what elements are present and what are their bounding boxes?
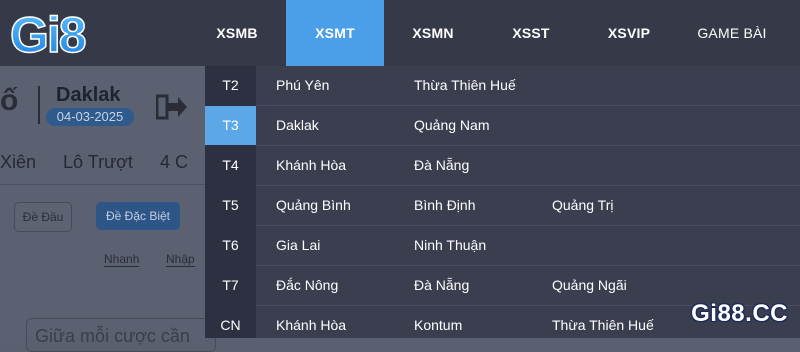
province-link[interactable]: Quảng Trị bbox=[552, 186, 613, 225]
province-link[interactable]: Gia Lai bbox=[276, 226, 320, 265]
title-divider bbox=[38, 86, 40, 124]
nav-xsmn[interactable]: XSMN bbox=[384, 0, 482, 66]
menu-row-t4: T4 Khánh Hòa Đà Nẵng bbox=[205, 146, 800, 186]
main-nav: XSMB XSMT XSMN XSST XSVIP GAME BÀI bbox=[188, 0, 786, 73]
day-label: T3 bbox=[205, 106, 256, 145]
province-link[interactable]: Khánh Hòa bbox=[276, 306, 346, 345]
province-link[interactable]: Daklak bbox=[276, 106, 319, 145]
menu-row-t6: T6 Gia Lai Ninh Thuận bbox=[205, 226, 800, 266]
province-link[interactable]: Kontum bbox=[414, 306, 462, 345]
nav-xsvip[interactable]: XSVIP bbox=[580, 0, 678, 66]
tab-xien[interactable]: Xiên bbox=[0, 152, 36, 172]
selected-province: Daklak bbox=[56, 84, 121, 106]
de-dac-biet-button[interactable]: Đề Đặc Biệt bbox=[96, 202, 180, 230]
background-page: ố Daklak 04-03-2025 Xiên Lô Trượt 4 C Đề… bbox=[0, 66, 216, 352]
menu-row-t3: T3 Daklak Quảng Nam bbox=[205, 106, 800, 146]
nav-xsmt[interactable]: XSMT bbox=[286, 0, 384, 73]
day-label: T5 bbox=[222, 197, 239, 213]
menu-row-t5: T5 Quảng Bình Bình Định Quảng Trị bbox=[205, 186, 800, 226]
day-label: CN bbox=[220, 317, 241, 333]
de-dau-button[interactable]: Đề Đầu bbox=[14, 202, 72, 232]
svg-text:Gi8: Gi8 bbox=[10, 7, 86, 60]
nhanh-option[interactable]: Nhanh bbox=[104, 252, 140, 267]
nav-game-bai[interactable]: GAME BÀI bbox=[678, 0, 786, 66]
bet-type-tabs: Xiên Lô Trượt 4 C bbox=[0, 152, 210, 173]
province-link[interactable]: Quảng Ngãi bbox=[552, 266, 627, 305]
divider bbox=[0, 184, 205, 185]
menu-row-t2: T2 Phú Yên Thừa Thiên Huế bbox=[205, 66, 800, 106]
province-link[interactable]: Khánh Hòa bbox=[276, 146, 346, 185]
tab-lo-truot[interactable]: Lô Trượt bbox=[63, 152, 133, 172]
province-link[interactable]: Thừa Thiên Huế bbox=[414, 66, 516, 105]
page-title-fragment: ố bbox=[0, 84, 19, 117]
nav-xsst[interactable]: XSST bbox=[482, 0, 580, 66]
exit-icon[interactable] bbox=[156, 94, 188, 120]
day-label: T4 bbox=[222, 157, 239, 173]
province-link[interactable]: Ninh Thuận bbox=[414, 226, 486, 265]
gi8-logo[interactable]: Gi8 bbox=[8, 6, 118, 60]
province-link[interactable]: Quảng Nam bbox=[414, 106, 489, 145]
bet-input[interactable]: Giữa mỗi cược cần bbox=[26, 318, 216, 352]
province-link[interactable]: Thừa Thiên Huế bbox=[552, 306, 654, 345]
day-label: T7 bbox=[222, 277, 239, 293]
tab-4c[interactable]: 4 C bbox=[160, 152, 188, 172]
nhap-option[interactable]: Nhập bbox=[166, 252, 195, 267]
nav-xsmb[interactable]: XSMB bbox=[188, 0, 286, 66]
xsmt-dropdown-menu: T2 Phú Yên Thừa Thiên Huế T3 Daklak Quản… bbox=[205, 66, 800, 338]
province-link[interactable]: Đà Nẵng bbox=[414, 146, 469, 185]
province-link[interactable]: Đà Nẵng bbox=[414, 266, 469, 305]
date-badge: 04-03-2025 bbox=[46, 108, 134, 126]
day-label: T6 bbox=[222, 237, 239, 253]
watermark: Gi88.CC bbox=[691, 300, 788, 327]
top-navigation-bar: Gi8 XSMB XSMT XSMN XSST XSVIP GAME BÀI bbox=[0, 0, 800, 73]
province-link[interactable]: Bình Định bbox=[414, 186, 475, 225]
province-link[interactable]: Đắc Nông bbox=[276, 266, 338, 305]
province-link[interactable]: Quảng Bình bbox=[276, 186, 351, 225]
day-label: T2 bbox=[222, 77, 239, 93]
province-link[interactable]: Phú Yên bbox=[276, 66, 329, 105]
